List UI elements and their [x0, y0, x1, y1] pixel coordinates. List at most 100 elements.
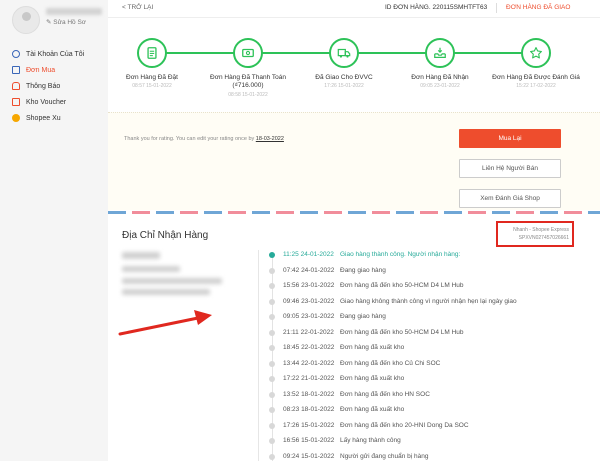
timeline-dot	[269, 438, 275, 444]
tracking-description: Đơn hàng đã đến kho 20-HNI Dong Da SOC	[340, 421, 469, 429]
order-status: ĐƠN HÀNG ĐÃ GIAO	[506, 4, 571, 11]
sidebar-menu: Tài Khoản Của Tôi Đơn Mua Thông Báo Kho …	[12, 46, 108, 126]
address-title: Địa Chỉ Nhận Hàng	[122, 230, 209, 241]
recipient-address-redacted	[122, 289, 210, 295]
receipt-icon	[137, 38, 167, 68]
order-progress-stepper: Đơn Hàng Đã Đặt 08:57 15-01-2022 Đơn Hàn…	[108, 18, 600, 112]
tracking-time: 08:23 18-01-2022	[283, 406, 335, 413]
divider	[258, 250, 259, 461]
avatar[interactable]	[12, 6, 40, 34]
step-time: 08:58 15-01-2022	[228, 91, 268, 98]
step-received: Đơn Hàng Đã Nhận 09:05 23-01-2022	[395, 38, 485, 89]
step-title: Đơn Hàng Đã Đặt	[126, 74, 178, 81]
tracking-time: 21:11 22-01-2022	[283, 328, 334, 336]
sidebar-item-notifications[interactable]: Thông Báo	[12, 78, 108, 94]
contact-seller-button[interactable]: Liên Hệ Người Bán	[459, 159, 561, 178]
rating-notice: Thank you for rating. You can edit your …	[124, 136, 284, 142]
tracking-description: Đơn hàng đã đến kho 50-HCM D4 LM Hub	[340, 282, 464, 289]
sidebar-item-shopee-xu[interactable]: Shopee Xu	[12, 110, 108, 126]
timeline-dot	[269, 391, 275, 398]
tracking-time: 17:22 21-01-2022	[283, 375, 335, 382]
timeline-dot	[269, 345, 275, 351]
truck-icon	[329, 38, 359, 68]
edit-profile-link[interactable]: ✎ Sửa Hồ Sơ	[46, 18, 86, 26]
red-arrow-annotation	[118, 310, 212, 336]
tracking-event: 15:56 23-01-2022 Đơn hàng đã đến kho 50-H…	[266, 279, 596, 295]
tracking-description: Giao hàng không thành công vì người nhận…	[340, 297, 517, 305]
step-title: Đơn Hàng Đã Được Đánh Giá	[492, 74, 580, 81]
coin-icon	[12, 114, 20, 122]
tracking-time: 07:42 24-01-2022	[283, 266, 335, 274]
tracking-event: 21:11 22-01-2022 Đơn hàng đã đến kho 50-H…	[266, 326, 596, 342]
view-shop-review-button[interactable]: Xem Đánh Giá Shop	[459, 189, 561, 208]
sidebar-item-label: Shopee Xu	[26, 114, 61, 122]
step-time: 08:57 15-01-2022	[132, 83, 172, 90]
tracking-event: 09:24 15-01-2022 Người gửi đang chuẩn bị …	[266, 450, 596, 461]
order-id: ID ĐƠN HÀNG. 220115SMHTFT63	[385, 4, 488, 11]
timeline-dot	[269, 329, 275, 336]
tracking-time: 09:24 15-01-2022	[283, 452, 335, 460]
tracking-description: Đang giao hàng	[340, 266, 386, 274]
tracking-time: 15:56 23-01-2022	[283, 282, 335, 289]
airmail-border	[108, 211, 600, 214]
tracking-time: 09:05 23-01-2022	[283, 313, 335, 320]
step-shipped: Đã Giao Cho ĐVVC 17:26 15-01-2022	[299, 38, 389, 89]
timeline-dot	[269, 314, 275, 320]
carrier-name: Nhanh - Shopee Express	[513, 227, 569, 233]
sidebar-item-label: Tài Khoản Của Tôi	[26, 50, 85, 58]
tracking-timeline: 11:25 24-01-2022 Giao hàng thành công. Ng…	[266, 248, 596, 461]
back-link[interactable]: < TRỞ LẠI	[122, 4, 153, 11]
timeline-dot	[269, 298, 275, 305]
timeline-dot	[269, 283, 275, 289]
sidebar: ✎ Sửa Hồ Sơ Tài Khoản Của Tôi Đơn Mua Th…	[0, 0, 108, 461]
actions-panel: Thank you for rating. You can edit your …	[108, 112, 600, 210]
star-icon	[521, 38, 551, 68]
sidebar-item-label: Thông Báo	[26, 82, 61, 90]
tracking-event: 13:52 18-01-2022 Đơn hàng đã đến kho HN S…	[266, 388, 596, 404]
recipient-address-redacted	[122, 278, 222, 284]
step-title: Đã Giao Cho ĐVVC	[315, 74, 373, 81]
timeline-dot	[269, 267, 275, 274]
timeline-dot	[269, 407, 275, 413]
tracking-description: Giao hàng thành công. Người nhận hàng:	[340, 251, 461, 258]
step-placed: Đơn Hàng Đã Đặt 08:57 15-01-2022	[107, 38, 197, 89]
timeline-dot	[269, 376, 275, 382]
tracking-event: 07:42 24-01-2022 Đang giao hàng	[266, 264, 596, 280]
timeline-dot	[269, 252, 275, 258]
voucher-icon	[12, 98, 20, 106]
carrier-info: Nhanh - Shopee Express SPXVN027457026661	[496, 221, 574, 247]
rating-edit-date-link[interactable]: 18-03-2022	[256, 136, 284, 142]
tracking-time: 13:44 22-01-2022	[283, 359, 335, 367]
sidebar-item-account[interactable]: Tài Khoản Của Tôi	[12, 46, 108, 62]
recipient-name-redacted	[122, 252, 160, 259]
step-title: Đơn Hàng Đã Thanh Toán (₫716.000)	[210, 74, 286, 90]
tracking-event: 09:05 23-01-2022 Đang giao hàng	[266, 310, 596, 326]
tracking-description: Đơn hàng đã đến kho HN SOC	[340, 390, 430, 398]
money-icon	[233, 38, 263, 68]
tracking-time: 09:46 23-01-2022	[283, 297, 335, 305]
tracking-event: 16:56 15-01-2022 Lấy hàng thành công	[266, 434, 596, 450]
tracking-event: 11:25 24-01-2022 Giao hàng thành công. Ng…	[266, 248, 596, 264]
user-icon	[12, 50, 20, 58]
tracking-event: 08:23 18-01-2022 Đơn hàng đã xuất kho	[266, 403, 596, 419]
inbox-icon	[425, 38, 455, 68]
tracking-description: Đang giao hàng	[340, 313, 386, 320]
step-rated: Đơn Hàng Đã Được Đánh Giá 15:22 17-02-20…	[491, 38, 581, 89]
tracking-time: 13:52 18-01-2022	[283, 390, 335, 398]
clipboard-icon	[12, 66, 20, 74]
tracking-time: 16:56 15-01-2022	[283, 437, 335, 444]
sidebar-item-vouchers[interactable]: Kho Voucher	[12, 94, 108, 110]
tracking-event: 09:46 23-01-2022 Giao hàng không thành cô…	[266, 295, 596, 311]
step-title: Đơn Hàng Đã Nhận	[411, 74, 469, 81]
buy-again-button[interactable]: Mua Lại	[459, 129, 561, 148]
tracking-number[interactable]: SPXVN027457026661	[501, 234, 569, 242]
timeline-dot	[269, 422, 275, 429]
sidebar-item-label: Kho Voucher	[26, 98, 67, 106]
sidebar-item-orders[interactable]: Đơn Mua	[12, 62, 108, 78]
divider	[496, 3, 497, 13]
tracking-description: Đơn hàng đã xuất kho	[340, 406, 405, 413]
tracking-description: Đơn hàng đã đến kho 50-HCM D4 LM Hub	[340, 328, 464, 336]
step-time: 15:22 17-02-2022	[516, 83, 556, 90]
timeline-dot	[269, 360, 275, 367]
username-redacted	[46, 8, 102, 15]
